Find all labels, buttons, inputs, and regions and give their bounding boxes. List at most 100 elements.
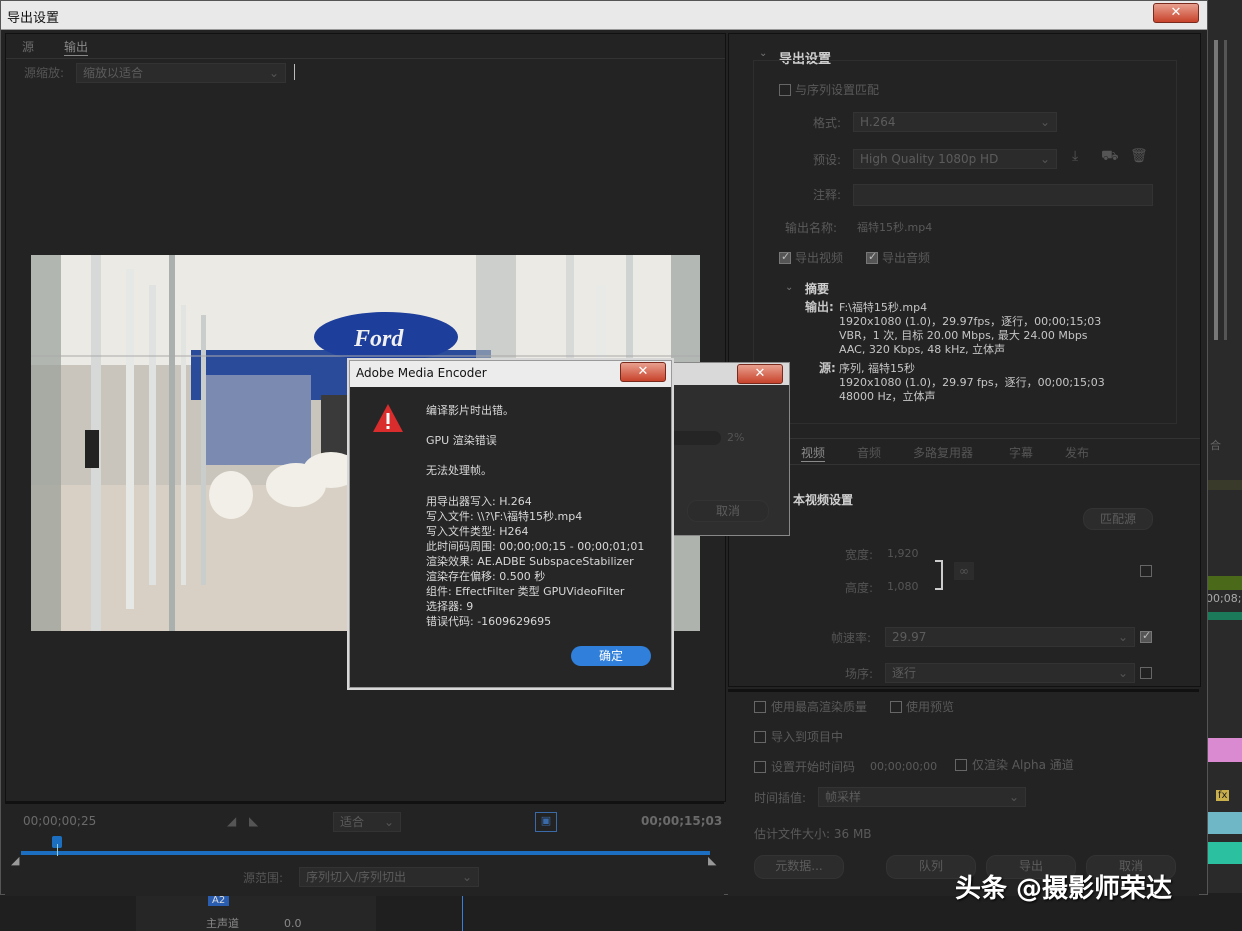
export-settings-panel: ⌄ 导出设置 与序列设置匹配 格式: H.264 ⌄ 预设: High Qual… bbox=[728, 33, 1201, 687]
export-video-label: 导出视频 bbox=[795, 251, 844, 265]
collapse-icon[interactable]: ⌄ bbox=[759, 48, 767, 59]
use-preview-checkbox[interactable] bbox=[890, 701, 902, 713]
format-value: H.264 bbox=[860, 115, 896, 129]
timeline-track[interactable] bbox=[21, 851, 710, 855]
export-video-checkbox[interactable] bbox=[779, 250, 791, 264]
start-timecode-checkbox[interactable] bbox=[754, 761, 766, 773]
import-project-label: 导入到项目中 bbox=[771, 730, 844, 744]
fx-badge: fx bbox=[1216, 790, 1230, 801]
field-order-label: 场序: bbox=[845, 667, 874, 681]
ok-button[interactable]: 确定 bbox=[571, 646, 651, 666]
aspect-bracket bbox=[935, 560, 943, 590]
window-close-button[interactable]: ✕ bbox=[1153, 3, 1199, 23]
export-audio-label: 导出音频 bbox=[882, 251, 931, 265]
save-preset-icon[interactable]: ⤓ bbox=[1072, 148, 1078, 164]
preset-select[interactable]: High Quality 1080p HD ⌄ bbox=[853, 149, 1057, 169]
tab-source[interactable]: 源 bbox=[22, 38, 34, 55]
import-preset-icon[interactable]: ⛟ bbox=[1101, 148, 1119, 166]
use-preview-label: 使用预览 bbox=[906, 700, 955, 714]
import-project-checkbox[interactable] bbox=[754, 731, 766, 743]
comment-label: 注释: bbox=[813, 188, 842, 202]
format-label: 格式: bbox=[813, 116, 842, 130]
chevron-down-icon: ⌄ bbox=[1039, 152, 1050, 166]
metadata-button[interactable]: 元数据... bbox=[754, 855, 844, 879]
framerate-checkbox[interactable] bbox=[1140, 629, 1152, 643]
link-icon[interactable]: ∞ bbox=[954, 562, 974, 580]
format-select[interactable]: H.264 ⌄ bbox=[853, 112, 1057, 132]
framerate-value: 29.97 bbox=[892, 630, 927, 644]
summary-source-line: 序列, 福特15秒 bbox=[839, 362, 915, 375]
master-value: 0.0 bbox=[284, 917, 302, 930]
summary-title: 摘要 bbox=[805, 282, 830, 296]
height-label: 高度: bbox=[845, 581, 874, 595]
summary-source: 序列, 福特15秒 1920x1080 (1.0)，29.97 fps，逐行，0… bbox=[839, 362, 1105, 404]
field-order-select[interactable]: 逐行 ⌄ bbox=[885, 663, 1135, 683]
match-source-button[interactable]: 匹配源 bbox=[1083, 508, 1153, 530]
progress-bar bbox=[669, 431, 721, 445]
max-quality-checkbox[interactable] bbox=[754, 701, 766, 713]
error-detail-line: 此时间码周围: 00;00;00;15 - 00;00;01;01 bbox=[426, 540, 645, 553]
summary-collapse-icon[interactable]: ⌄ bbox=[785, 282, 793, 293]
tab-output[interactable]: 输出 bbox=[64, 38, 89, 56]
error-detail-line: 选择器: 9 bbox=[426, 600, 474, 613]
error-gpu: GPU 渲染错误 bbox=[426, 434, 497, 447]
crop-icon[interactable]: ▣ bbox=[535, 812, 557, 832]
background-strip: 合 00;08;0 fx bbox=[1206, 0, 1242, 931]
file-size-label: 估计文件大小: 36 MB bbox=[754, 827, 872, 841]
mark-in-icon[interactable]: ◢ bbox=[227, 814, 236, 828]
source-scale-label: 源缩放: bbox=[24, 66, 65, 80]
output-name-label: 输出名称: bbox=[785, 221, 838, 235]
summary-source-label: 源: bbox=[819, 361, 836, 375]
error-detail-line: 渲染存在偏移: 0.500 秒 bbox=[426, 570, 546, 583]
source-range-select[interactable]: 序列切入/序列切出 ⌄ bbox=[299, 867, 479, 887]
error-dialog-title: Adobe Media Encoder bbox=[356, 366, 487, 380]
tab-captions[interactable]: 字幕 bbox=[1009, 444, 1033, 461]
in-point-icon[interactable]: ◢ bbox=[11, 854, 19, 867]
progress-cancel-button[interactable]: 取消 bbox=[687, 500, 769, 522]
source-scale-select[interactable]: 缩放以适合 ⌄ bbox=[76, 63, 286, 83]
preset-label: 预设: bbox=[813, 153, 842, 167]
interpolation-select[interactable]: 帧采样 ⌄ bbox=[818, 787, 1026, 807]
delete-preset-icon[interactable]: 🗑 bbox=[1130, 148, 1148, 164]
tab-multiplexer[interactable]: 多路复用器 bbox=[913, 444, 973, 461]
summary-output-line: 1920x1080 (1.0)，29.97fps，逐行，00;00;15;03 bbox=[839, 315, 1102, 328]
framerate-select[interactable]: 29.97 ⌄ bbox=[885, 627, 1135, 647]
error-detail-line: 渲染效果: AE.ADBE SubspaceStabilizer bbox=[426, 555, 634, 568]
error-heading: 编译影片时出错。 bbox=[426, 404, 514, 417]
error-detail-line: 写入文件类型: H264 bbox=[426, 525, 529, 538]
master-track-label: 主声道 bbox=[206, 917, 239, 930]
output-name-value[interactable]: 福特15秒.mp4 bbox=[857, 219, 932, 235]
source-range-value: 序列切入/序列切出 bbox=[306, 870, 407, 884]
error-detail-line: 错误代码: -1609629695 bbox=[426, 615, 552, 628]
timecode-current[interactable]: 00;00;00;25 bbox=[23, 814, 96, 828]
width-value[interactable]: 1,920 bbox=[887, 547, 919, 560]
basic-video-title: 本视频设置 bbox=[793, 493, 854, 507]
error-dialog-titlebar: Adobe Media Encoder ✕ bbox=[350, 361, 671, 387]
tab-publish[interactable]: 发布 bbox=[1065, 444, 1089, 461]
height-value[interactable]: 1,080 bbox=[887, 580, 919, 593]
mark-out-icon[interactable]: ◣ bbox=[249, 814, 258, 828]
comment-input[interactable] bbox=[853, 184, 1153, 206]
match-sequence-checkbox[interactable] bbox=[779, 84, 791, 96]
start-timecode-value[interactable]: 00;00;00;00 bbox=[870, 760, 937, 773]
track-a2-label: A2 bbox=[208, 895, 230, 906]
export-audio-checkbox[interactable] bbox=[866, 250, 878, 264]
progress-close-button[interactable]: ✕ bbox=[737, 364, 783, 384]
summary-output-line: VBR，1 次, 目标 20.00 Mbps, 最大 24.00 Mbps bbox=[839, 329, 1088, 342]
fit-select[interactable]: 适合 ⌄ bbox=[333, 812, 401, 832]
width-override-checkbox[interactable] bbox=[1140, 565, 1152, 577]
bg-timecode: 00;08;0 bbox=[1206, 592, 1242, 605]
width-label: 宽度: bbox=[845, 548, 874, 562]
tab-video[interactable]: 视频 bbox=[801, 444, 826, 462]
preset-value: High Quality 1080p HD bbox=[860, 152, 999, 166]
window-title: 导出设置 bbox=[7, 11, 60, 26]
error-cannot: 无法处理帧。 bbox=[426, 464, 492, 477]
error-dialog-close-button[interactable]: ✕ bbox=[620, 362, 666, 382]
field-order-checkbox[interactable] bbox=[1140, 667, 1152, 679]
tab-audio[interactable]: 音频 bbox=[857, 444, 881, 461]
warning-icon bbox=[372, 403, 404, 436]
summary-output-line: F:\福特15秒.mp4 bbox=[839, 301, 928, 314]
chevron-down-icon: ⌄ bbox=[1039, 115, 1050, 129]
alpha-only-checkbox[interactable] bbox=[955, 759, 967, 771]
out-point-icon[interactable]: ◣ bbox=[708, 854, 716, 867]
